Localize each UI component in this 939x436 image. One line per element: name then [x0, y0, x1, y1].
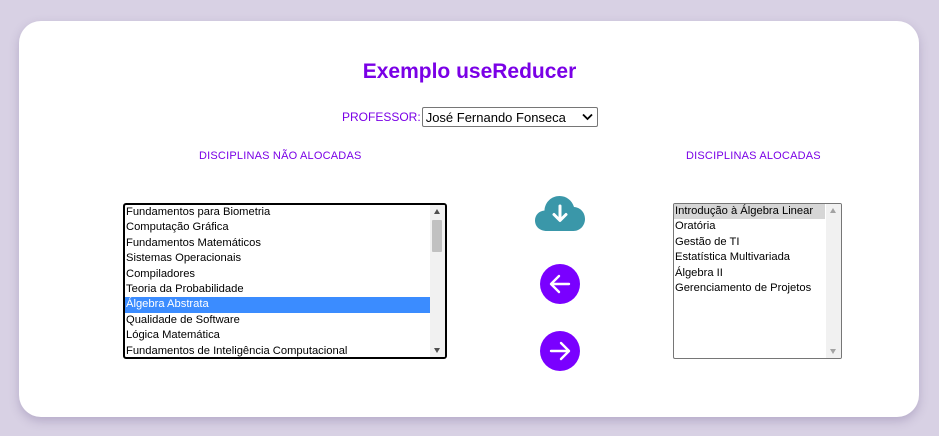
- unallocated-option[interactable]: Fundamentos para Biometria: [125, 205, 431, 220]
- unallocated-option[interactable]: Qualidade de Software: [125, 313, 431, 328]
- allocated-option[interactable]: Estatística Multivariada: [674, 250, 825, 265]
- scroll-up-icon[interactable]: [434, 209, 440, 214]
- unallocated-option[interactable]: Lógica Matemática: [125, 328, 431, 343]
- move-left-button[interactable]: [540, 264, 580, 304]
- unallocated-option[interactable]: Sistemas Operacionais: [125, 251, 431, 266]
- arrow-left-icon: [549, 274, 571, 294]
- scroll-up-icon[interactable]: [830, 208, 836, 213]
- move-right-button[interactable]: [540, 331, 580, 371]
- unallocated-list[interactable]: Fundamentos para Biometria Computação Grá…: [123, 203, 447, 359]
- unallocated-scrollbar[interactable]: [430, 205, 445, 357]
- professor-select[interactable]: José Fernando Fonseca: [421, 107, 598, 127]
- scroll-down-icon[interactable]: [830, 349, 836, 354]
- unallocated-option[interactable]: Computação Gráfica: [125, 220, 431, 235]
- unallocated-option[interactable]: Fundamentos de Inteligência Computaciona…: [125, 344, 431, 357]
- scroll-down-icon[interactable]: [434, 348, 440, 353]
- allocated-list[interactable]: Introdução à Álgebra Linear Oratória Gestã…: [673, 203, 842, 359]
- page-title: Exemplo useReducer: [362, 60, 577, 83]
- allocated-option[interactable]: Gestão de TI: [674, 235, 825, 250]
- allocated-option[interactable]: Oratória: [674, 219, 825, 234]
- chevron-down-icon: [582, 113, 593, 121]
- professor-label: PROFESSOR:: [342, 110, 421, 124]
- unallocated-option[interactable]: Teoria da Probabilidade: [125, 282, 431, 297]
- unallocated-option[interactable]: Compiladores: [125, 267, 431, 282]
- unallocated-header: DISCIPLINAS NÃO ALOCADAS: [199, 150, 362, 162]
- allocated-option[interactable]: Álgebra II: [674, 266, 825, 281]
- allocated-option[interactable]: Gerenciamento de Projetos: [674, 281, 825, 296]
- professor-selected-value: José Fernando Fonseca: [425, 109, 566, 125]
- scroll-thumb[interactable]: [432, 220, 442, 252]
- unallocated-option[interactable]: Fundamentos Matemáticos: [125, 236, 431, 251]
- allocated-option[interactable]: Introdução à Álgebra Linear: [674, 204, 825, 220]
- allocated-scrollbar[interactable]: [826, 204, 841, 358]
- cloud-download-button[interactable]: [534, 193, 586, 233]
- arrow-right-icon: [549, 341, 571, 361]
- unallocated-option[interactable]: Álgebra Abstrata: [125, 297, 431, 313]
- professor-row: PROFESSOR: José Fernando Fonseca: [342, 107, 598, 127]
- allocated-header: DISCIPLINAS ALOCADAS: [686, 150, 821, 162]
- cloud-download-icon: [535, 196, 585, 231]
